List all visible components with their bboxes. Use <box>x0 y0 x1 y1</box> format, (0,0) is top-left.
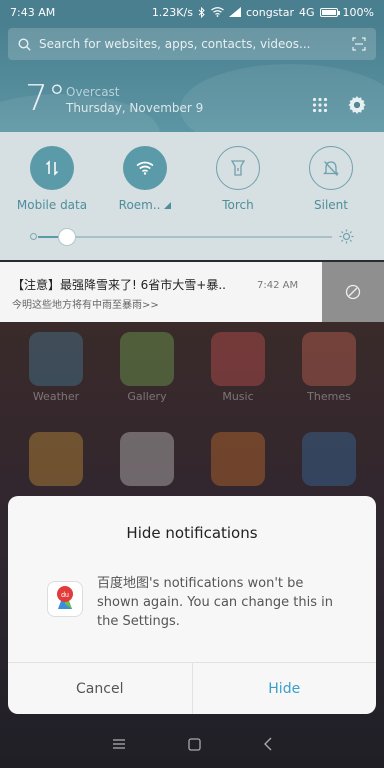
weather-condition: Overcast <box>66 85 120 99</box>
battery-percent: 100% <box>342 5 374 19</box>
status-bar: 7:43 AM 1.23K/s congstar 4G 100% <box>0 0 384 24</box>
app-label: Themes <box>307 390 351 403</box>
quick-settings-panel: Mobile data Roem.. Torch Silent <box>0 132 384 260</box>
dialog-message: 百度地图's notifications won't be shown agai… <box>97 576 333 629</box>
status-time: 7:43 AM <box>10 5 56 19</box>
block-notification-button[interactable] <box>322 262 384 322</box>
toggle-torch[interactable]: Torch <box>196 146 280 212</box>
app-label: Weather <box>32 390 80 403</box>
toggle-silent[interactable]: Silent <box>289 146 373 212</box>
temperature[interactable]: 7° <box>25 78 66 119</box>
app-icon[interactable] <box>211 432 265 486</box>
themes-app-icon[interactable] <box>302 332 356 386</box>
search-input[interactable]: Search for websites, apps, contacts, vid… <box>39 37 352 51</box>
notification-item[interactable]: 【注意】最强降雪来了! 6省市大雪+暴.. 7:42 AM 今明这些地方将有中雨… <box>0 262 322 322</box>
cancel-button[interactable]: Cancel <box>8 663 193 714</box>
app-badge-text: du <box>61 592 69 599</box>
hide-notifications-dialog: Hide notifications du 百度地图's notificatio… <box>8 496 376 714</box>
gallery-app-icon[interactable] <box>120 332 174 386</box>
gear-icon[interactable] <box>348 96 366 114</box>
grid-icon[interactable] <box>312 97 328 113</box>
notification-body: 今明这些地方将有中雨至暴雨>> <box>12 300 159 311</box>
battery-icon <box>319 7 340 17</box>
app-label: Music <box>222 390 254 403</box>
back-icon[interactable] <box>263 737 273 751</box>
toggle-wifi[interactable]: Roem.. <box>103 146 187 212</box>
notification-time: 7:42 AM <box>257 280 299 291</box>
music-app-icon[interactable] <box>211 332 265 386</box>
toggle-label: Roem.. <box>103 198 187 212</box>
network-type: 4G <box>299 5 315 19</box>
baidu-maps-app-icon: du <box>48 582 82 616</box>
brightness-track[interactable] <box>38 236 332 238</box>
play-store-icon[interactable] <box>120 432 174 486</box>
header-actions <box>312 96 366 114</box>
hide-button[interactable]: Hide <box>193 663 377 714</box>
notification-title: 【注意】最强降雪来了! 6省市大雪+暴.. <box>12 278 226 292</box>
app-icon[interactable] <box>29 432 83 486</box>
weather-app-icon[interactable] <box>29 332 83 386</box>
app-label: Gallery <box>127 390 167 403</box>
notification-shade-header: Search for websites, apps, contacts, vid… <box>0 24 384 132</box>
app-icon[interactable] <box>302 432 356 486</box>
menu-icon[interactable] <box>112 738 126 750</box>
weather-date: Thursday, November 9 <box>66 101 204 115</box>
expand-triangle-icon[interactable] <box>164 202 172 209</box>
network-speed: 1.23K/s <box>151 5 193 19</box>
wifi-icon[interactable] <box>123 146 167 190</box>
search-icon <box>18 37 31 51</box>
toggle-label: Torch <box>222 198 254 212</box>
brightness-knob[interactable] <box>58 228 77 246</box>
mobile-data-icon[interactable] <box>30 146 74 190</box>
silent-icon[interactable] <box>309 146 353 190</box>
wifi-status-icon <box>211 7 224 17</box>
block-icon <box>345 284 361 300</box>
home-icon[interactable] <box>187 737 201 751</box>
toggle-mobile-data[interactable]: Mobile data <box>10 146 94 212</box>
toggle-label: Silent <box>314 198 348 212</box>
dialog-title: Hide notifications <box>126 524 258 542</box>
toggle-label: Mobile data <box>16 198 88 212</box>
search-bar[interactable]: Search for websites, apps, contacts, vid… <box>8 28 376 60</box>
torch-icon[interactable] <box>216 146 260 190</box>
scan-icon[interactable] <box>352 37 366 51</box>
weather-description: Overcast Thursday, November 9 <box>66 84 203 116</box>
navigation-bar <box>0 720 384 768</box>
carrier-name: congstar <box>245 5 295 19</box>
brightness-high-icon <box>339 229 354 244</box>
dialog-buttons: Cancel Hide <box>8 662 376 714</box>
brightness-slider[interactable] <box>30 228 354 246</box>
signal-icon <box>228 7 241 17</box>
brightness-low-icon <box>30 233 37 240</box>
bluetooth-icon <box>198 6 205 18</box>
